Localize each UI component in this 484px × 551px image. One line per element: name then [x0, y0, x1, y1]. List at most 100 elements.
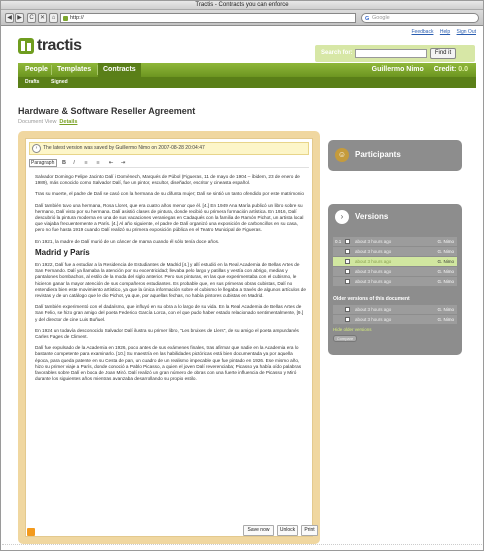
- browser-window: Tractis - Contracts you can enforce ◀ ▶ …: [0, 0, 484, 551]
- version-time: about 3 hours ago: [355, 269, 392, 274]
- url-field[interactable]: http://: [60, 13, 356, 23]
- older-version-row[interactable]: about 3 hours ago G. Nimo: [333, 305, 457, 314]
- arrow-icon: ›: [32, 144, 41, 153]
- older-version-row[interactable]: about 3 hours ago G. Nimo: [333, 315, 457, 324]
- participants-title: Participants: [355, 150, 401, 159]
- people-icon: ☺: [335, 148, 349, 162]
- google-icon: G: [365, 16, 370, 22]
- version-row[interactable]: about 3 hours ago G. Nimo: [333, 267, 457, 276]
- version-time: about 3 hours ago: [355, 239, 392, 244]
- page: Feedback Help Sign Out tractis Search fo…: [2, 27, 483, 550]
- version-user: G. Nimo: [437, 239, 454, 244]
- paragraph: Dalí también tuvo una hermana, Rosa Llor…: [35, 202, 304, 233]
- version-checkbox[interactable]: [345, 279, 350, 284]
- outdent-button[interactable]: ⇤: [107, 159, 115, 167]
- numbered-list-button[interactable]: ≡: [94, 159, 102, 167]
- stop-icon[interactable]: ✕: [38, 13, 47, 23]
- compare-button[interactable]: Compare: [333, 335, 357, 342]
- unlock-button[interactable]: Unlock: [277, 525, 298, 536]
- search-panel: Search for: Find it: [315, 45, 475, 62]
- sub-nav: Drafts Signed: [18, 77, 476, 88]
- version-user: G. Nimo: [437, 279, 454, 284]
- url-text: http://: [70, 15, 84, 21]
- print-button[interactable]: Print: [301, 525, 318, 536]
- document-editor[interactable]: › The latest version was saved by Guille…: [25, 138, 313, 537]
- search-input[interactable]: [355, 49, 427, 58]
- version-user: G. Nimo: [437, 269, 454, 274]
- logo-text: tractis: [37, 37, 82, 54]
- hide-older-versions-link[interactable]: Hide older versions: [333, 327, 372, 332]
- paragraph: En 1921, la madre de Dalí murió de un cá…: [35, 238, 220, 244]
- italic-button[interactable]: I: [70, 159, 78, 167]
- nav-templates[interactable]: Templates: [52, 63, 96, 77]
- forward-icon[interactable]: ▶: [15, 13, 24, 23]
- version-number: 0.1: [335, 239, 342, 244]
- paragraph-select[interactable]: Paragraph: [29, 159, 57, 167]
- paragraph: Dalí fue expulsado de la Academia en 192…: [35, 345, 302, 382]
- subnav-signed[interactable]: Signed: [51, 77, 68, 88]
- reload-icon[interactable]: C: [27, 13, 36, 23]
- version-time: about 3 hours ago: [355, 259, 392, 264]
- bold-button[interactable]: B: [60, 159, 68, 167]
- browser-toolbar: ◀ ▶ C ✕ ⌂ http:// G Google: [1, 10, 483, 26]
- version-time: about 3 hours ago: [355, 307, 392, 312]
- version-checkbox[interactable]: [345, 269, 350, 274]
- version-user: G. Nimo: [437, 317, 454, 322]
- version-row-selected[interactable]: about 3 hours ago G. Nimo: [333, 257, 457, 266]
- bullet-list-button[interactable]: ≡: [82, 159, 90, 167]
- version-time: about 3 hours ago: [355, 279, 392, 284]
- user-info: Guillermo Nimo Credit: 0.0: [372, 63, 468, 77]
- version-row[interactable]: 0.1 about 3 hours ago G. Nimo: [333, 237, 457, 246]
- participants-box: ☺ Participants: [328, 140, 462, 171]
- version-checkbox[interactable]: [345, 259, 350, 264]
- credit-value: 0.0: [458, 66, 468, 73]
- format-toolbar: Paragraph B I ≡ ≡ ⇤ ⇥: [29, 158, 309, 168]
- logo-icon: [18, 38, 34, 54]
- find-button[interactable]: Find it: [430, 48, 456, 59]
- notice-text: The latest version was saved by Guillerm…: [43, 145, 205, 151]
- paragraph: En 1924 un todavía desconocido Salvador …: [35, 327, 299, 340]
- details-link[interactable]: Details: [59, 119, 77, 125]
- version-user: G. Nimo: [437, 259, 454, 264]
- help-link[interactable]: Help: [440, 29, 450, 35]
- favicon-icon: [63, 16, 68, 21]
- save-now-button[interactable]: Save now: [243, 525, 274, 536]
- version-checkbox[interactable]: [345, 239, 350, 244]
- user-name[interactable]: Guillermo Nimo: [372, 66, 424, 73]
- document-body[interactable]: Salvador Domingo Felipe Jacinto Dalí i D…: [35, 174, 306, 387]
- version-row[interactable]: about 3 hours ago G. Nimo: [333, 277, 457, 286]
- versions-title: Versions: [355, 212, 389, 221]
- browser-search-placeholder: Google: [372, 15, 390, 21]
- version-checkbox[interactable]: [345, 249, 350, 254]
- paragraph: Dalí también experimentó con el dadaísmo…: [35, 304, 304, 322]
- paragraph: Tras su muerte, el padre de Dalí se casó…: [35, 191, 304, 197]
- version-time: about 3 hours ago: [355, 317, 392, 322]
- home-icon[interactable]: ⌂: [49, 13, 58, 23]
- document-footer: Save now Unlock Print: [25, 525, 318, 541]
- top-links: Feedback Help Sign Out: [406, 29, 476, 35]
- older-versions-title: Older versions of this document: [333, 296, 410, 302]
- version-checkbox[interactable]: [345, 307, 350, 312]
- nav-contracts[interactable]: Contracts: [98, 63, 141, 77]
- version-checkbox[interactable]: [345, 317, 350, 322]
- version-row[interactable]: about 3 hours ago G. Nimo: [333, 247, 457, 256]
- document-panel: › The latest version was saved by Guille…: [18, 131, 320, 544]
- browser-search-input[interactable]: G Google: [361, 13, 479, 23]
- arrow-icon: ›: [335, 210, 349, 224]
- paragraph: Salvador Domingo Felipe Jacinto Dalí i D…: [35, 174, 300, 186]
- indent-button[interactable]: ⇥: [119, 159, 127, 167]
- back-icon[interactable]: ◀: [5, 13, 14, 23]
- version-user: G. Nimo: [437, 249, 454, 254]
- version-time: about 3 hours ago: [355, 249, 392, 254]
- subnav-drafts[interactable]: Drafts: [25, 77, 39, 88]
- main-nav: People Templates Contracts Guillermo Nim…: [18, 63, 476, 77]
- feedback-link[interactable]: Feedback: [411, 29, 433, 35]
- footer-divider: [2, 544, 483, 545]
- rss-icon[interactable]: [27, 528, 35, 536]
- sign-out-link[interactable]: Sign Out: [457, 29, 476, 35]
- version-user: G. Nimo: [437, 307, 454, 312]
- nav-people[interactable]: People: [20, 63, 53, 77]
- logo[interactable]: tractis: [18, 37, 82, 55]
- search-label: Search for:: [321, 50, 353, 56]
- document-view-bar: Document View Details: [18, 119, 77, 125]
